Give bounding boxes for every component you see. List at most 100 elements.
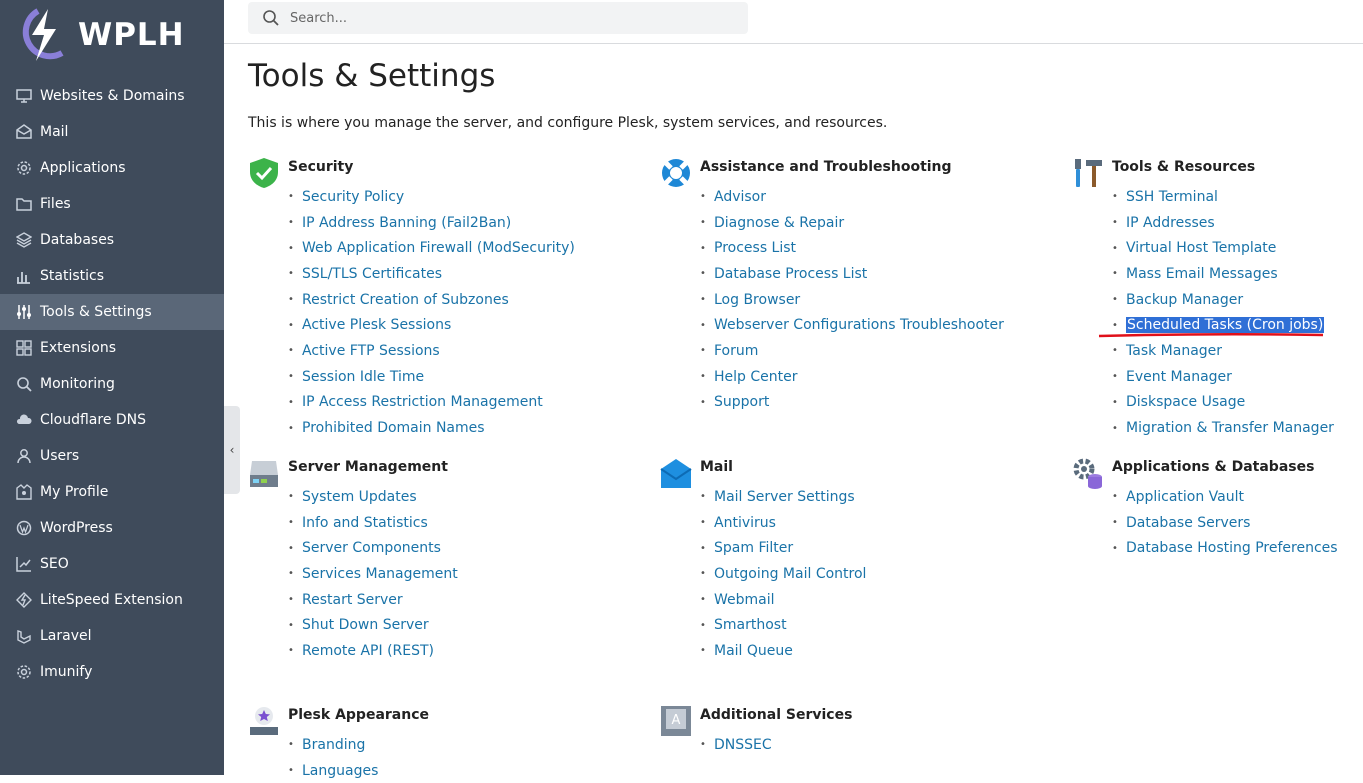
link-session-idle-time[interactable]: Session Idle Time: [302, 369, 424, 385]
link-database-servers[interactable]: Database Servers: [1126, 515, 1250, 531]
link-virtual-host-template[interactable]: Virtual Host Template: [1126, 240, 1276, 256]
chevron-left-icon: ‹: [229, 443, 235, 457]
list-item: • Smarthost: [700, 612, 866, 638]
bullet: •: [700, 396, 706, 408]
sidebar-item-extensions[interactable]: Extensions: [0, 330, 224, 366]
link-webserver-troubleshooter[interactable]: Webserver Configurations Troubleshooter: [714, 317, 1004, 333]
list-item: • IP Address Banning (Fail2Ban): [288, 210, 575, 236]
link-active-plesk-sessions[interactable]: Active Plesk Sessions: [302, 317, 451, 333]
link-diagnose-repair[interactable]: Diagnose & Repair: [714, 215, 844, 231]
list-item: • Application Vault: [1112, 484, 1338, 510]
sidebar-item-wordpress[interactable]: WordPress: [0, 510, 224, 546]
list-item: • Database Servers: [1112, 510, 1338, 536]
sidebar-item-files[interactable]: Files: [0, 186, 224, 222]
list-item: • Shut Down Server: [288, 612, 458, 638]
bullet: •: [288, 345, 294, 357]
search-input[interactable]: [288, 9, 712, 27]
bullet: •: [700, 294, 706, 306]
link-application-vault[interactable]: Application Vault: [1126, 489, 1244, 505]
search-box[interactable]: [248, 2, 748, 34]
list-item: • Info and Statistics: [288, 510, 458, 536]
sidebar-item-label: Monitoring: [40, 376, 115, 392]
server-links: • System Updates • Info and Statistics • Se…: [288, 484, 458, 664]
link-restart-server[interactable]: Restart Server: [302, 592, 403, 608]
bullet: •: [288, 542, 294, 554]
link-mail-queue[interactable]: Mail Queue: [714, 643, 793, 659]
link-ssh-terminal[interactable]: SSH Terminal: [1126, 189, 1218, 205]
link-log-browser[interactable]: Log Browser: [714, 292, 800, 308]
link-services-management[interactable]: Services Management: [302, 566, 458, 582]
link-smarthost[interactable]: Smarthost: [714, 617, 787, 633]
link-ip-access-restriction[interactable]: IP Access Restriction Management: [302, 394, 543, 410]
bullet: •: [1112, 517, 1118, 529]
link-antivirus[interactable]: Antivirus: [714, 515, 776, 531]
bullet: •: [700, 268, 706, 280]
link-webmail[interactable]: Webmail: [714, 592, 775, 608]
link-prohibited-domain-names[interactable]: Prohibited Domain Names: [302, 420, 485, 436]
link-dnssec[interactable]: DNSSEC: [714, 737, 772, 753]
link-process-list[interactable]: Process List: [714, 240, 796, 256]
grid-icon: [16, 340, 32, 356]
sidebar-item-applications[interactable]: Applications: [0, 150, 224, 186]
sidebar-item-tools-settings[interactable]: Tools & Settings: [0, 294, 224, 330]
link-mail-server-settings[interactable]: Mail Server Settings: [714, 489, 855, 505]
seo-chart-icon: [16, 556, 32, 572]
link-forum[interactable]: Forum: [714, 343, 758, 359]
link-languages[interactable]: Languages: [302, 763, 378, 779]
sidebar-item-cloudflare-dns[interactable]: Cloudflare DNS: [0, 402, 224, 438]
additional-links: • DNSSEC: [700, 732, 772, 758]
sidebar-item-websites-domains[interactable]: Websites & Domains: [0, 78, 224, 114]
brand-logo[interactable]: WPLH: [18, 4, 185, 66]
list-item: • Support: [700, 390, 1004, 416]
link-database-process-list[interactable]: Database Process List: [714, 266, 867, 282]
link-diskspace-usage[interactable]: Diskspace Usage: [1126, 394, 1245, 410]
link-security-policy[interactable]: Security Policy: [302, 189, 404, 205]
list-item: • IP Access Restriction Management: [288, 390, 575, 416]
section-title: Plesk Appearance: [288, 707, 430, 723]
link-spam-filter[interactable]: Spam Filter: [714, 540, 793, 556]
search-icon: [263, 10, 279, 26]
link-database-hosting-preferences[interactable]: Database Hosting Preferences: [1126, 540, 1338, 556]
link-remote-api[interactable]: Remote API (REST): [302, 643, 434, 659]
gear-icon: [16, 160, 32, 176]
sidebar-item-label: Applications: [40, 160, 126, 176]
link-web-application-firewall[interactable]: Web Application Firewall (ModSecurity): [302, 240, 575, 256]
link-restrict-subzones[interactable]: Restrict Creation of Subzones: [302, 292, 509, 308]
link-system-updates[interactable]: System Updates: [302, 489, 417, 505]
link-advisor[interactable]: Advisor: [714, 189, 766, 205]
link-branding[interactable]: Branding: [302, 737, 365, 753]
bullet: •: [1112, 396, 1118, 408]
sidebar-item-databases[interactable]: Databases: [0, 222, 224, 258]
sidebar-item-my-profile[interactable]: My Profile: [0, 474, 224, 510]
wordpress-icon: [16, 520, 32, 536]
section-title: Server Management: [288, 459, 448, 475]
link-scheduled-tasks[interactable]: Scheduled Tasks (Cron jobs): [1126, 317, 1325, 334]
sidebar-item-seo[interactable]: SEO: [0, 546, 224, 582]
link-info-statistics[interactable]: Info and Statistics: [302, 515, 428, 531]
link-ip-address-banning[interactable]: IP Address Banning (Fail2Ban): [302, 215, 511, 231]
sidebar-item-mail[interactable]: Mail: [0, 114, 224, 150]
link-active-ftp-sessions[interactable]: Active FTP Sessions: [302, 343, 440, 359]
sidebar-item-laravel[interactable]: Laravel: [0, 618, 224, 654]
link-ip-addresses[interactable]: IP Addresses: [1126, 215, 1215, 231]
sidebar-item-monitoring[interactable]: Monitoring: [0, 366, 224, 402]
sidebar-collapse-button[interactable]: ‹: [224, 406, 240, 494]
link-ssl-tls-certificates[interactable]: SSL/TLS Certificates: [302, 266, 442, 282]
shield-gear-icon: [16, 664, 32, 680]
link-migration-transfer[interactable]: Migration & Transfer Manager: [1126, 420, 1334, 436]
link-outgoing-mail-control[interactable]: Outgoing Mail Control: [714, 566, 866, 582]
sidebar-item-statistics[interactable]: Statistics: [0, 258, 224, 294]
sidebar-item-users[interactable]: Users: [0, 438, 224, 474]
link-server-components[interactable]: Server Components: [302, 540, 441, 556]
sidebar-item-litespeed[interactable]: LiteSpeed Extension: [0, 582, 224, 618]
link-event-manager[interactable]: Event Manager: [1126, 369, 1232, 385]
appearance-icon: [250, 707, 278, 735]
link-backup-manager[interactable]: Backup Manager: [1126, 292, 1243, 308]
link-support[interactable]: Support: [714, 394, 769, 410]
list-item: • Database Hosting Preferences: [1112, 535, 1338, 561]
link-help-center[interactable]: Help Center: [714, 369, 798, 385]
link-task-manager[interactable]: Task Manager: [1126, 343, 1222, 359]
link-mass-email-messages[interactable]: Mass Email Messages: [1126, 266, 1278, 282]
link-shut-down-server[interactable]: Shut Down Server: [302, 617, 429, 633]
sidebar-item-imunify[interactable]: Imunify: [0, 654, 224, 690]
